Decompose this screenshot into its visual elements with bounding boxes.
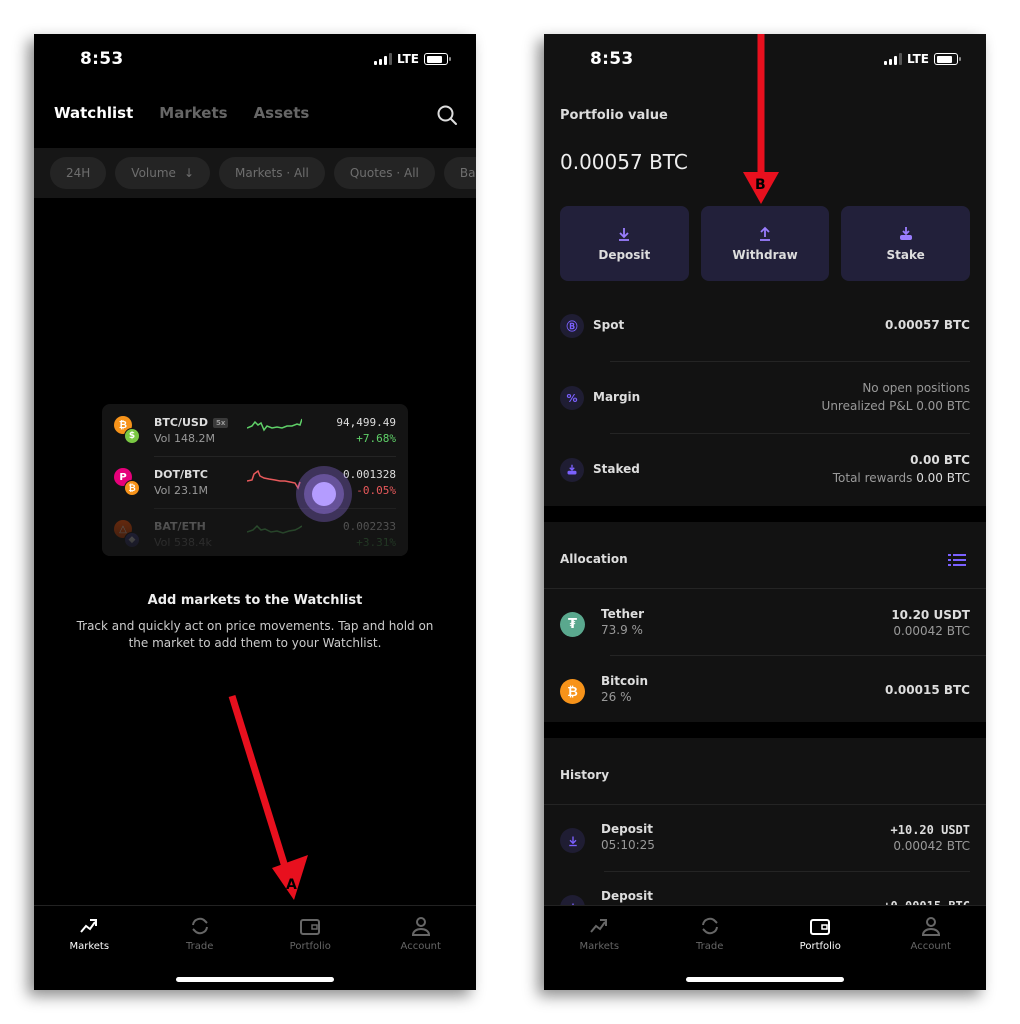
filter-markets[interactable]: Markets · All: [219, 157, 325, 189]
tab-watchlist[interactable]: Watchlist: [54, 104, 133, 122]
arrow-down-icon: ↓: [183, 166, 194, 180]
empty-state-title: Add markets to the Watchlist: [147, 593, 363, 608]
stake-icon: [560, 458, 584, 482]
allocation-row-tether[interactable]: ₮ Tether 73.9 % 10.20 USDT 0.00042 BTC: [560, 602, 970, 662]
sparkline: [247, 418, 302, 432]
wallet-icon: [810, 919, 831, 935]
filter-bar: 24H Volume ↓ Markets · All Quotes · All B…: [34, 148, 476, 198]
search-icon: [437, 105, 457, 125]
filter-volume[interactable]: Volume ↓: [115, 157, 210, 189]
top-tabs: Watchlist Markets Assets: [54, 104, 309, 122]
trending-up-icon: [590, 919, 608, 933]
home-indicator: [686, 977, 844, 982]
nav-markets[interactable]: Markets: [34, 906, 145, 990]
watchlist-demo-card: ₿ $ BTC/USD 5x Vol 148.2M 94,499.49 +7.68…: [102, 404, 408, 556]
status-time: 8:53: [80, 49, 124, 69]
tap-indicator: [296, 466, 352, 522]
account-row-margin[interactable]: % Margin No open positions Unrealized P&…: [560, 362, 970, 434]
tab-assets[interactable]: Assets: [254, 104, 310, 122]
action-buttons: Deposit Withdraw Stake: [560, 206, 971, 281]
signal-icon: [883, 53, 902, 65]
phone-screen-markets: 8:53 LTE Watchlist Markets Assets 24H Vo…: [34, 34, 476, 990]
tether-icon: ₮: [560, 612, 585, 637]
history-row[interactable]: Deposit 05:10:25 +10.20 USDT 0.00042 BTC: [560, 818, 970, 878]
allocation-title: Allocation: [560, 552, 628, 566]
sparkline: [247, 469, 301, 490]
signal-icon: [373, 53, 392, 65]
trending-up-icon: [80, 919, 98, 933]
status-time: 8:53: [590, 49, 634, 69]
network-label: LTE: [906, 52, 929, 66]
search-button[interactable]: [436, 104, 458, 126]
refresh-icon: [191, 917, 208, 935]
upload-icon: [760, 226, 770, 241]
network-label: LTE: [396, 52, 419, 66]
bitcoin-icon: ₿: [124, 480, 140, 496]
nav-account[interactable]: Account: [366, 906, 477, 990]
demo-market-row: P ₿ DOT/BTC Vol 23.1M 0.001328 -0.05%: [102, 456, 408, 508]
leverage-badge: 5x: [212, 418, 229, 428]
status-bar: 8:53 LTE: [34, 34, 476, 84]
withdraw-button[interactable]: Withdraw: [700, 206, 830, 281]
status-bar: 8:53 LTE: [544, 34, 986, 84]
nav-markets[interactable]: Markets: [544, 906, 655, 990]
refresh-icon: [701, 917, 718, 935]
user-icon: [411, 917, 430, 936]
stake-button[interactable]: Stake: [841, 206, 971, 281]
nav-account[interactable]: Account: [876, 906, 987, 990]
dollar-icon: $: [124, 428, 140, 444]
home-indicator: [176, 977, 334, 982]
user-icon: [921, 917, 940, 936]
list-view-button[interactable]: [948, 552, 966, 571]
history-title: History: [560, 768, 610, 782]
filter-base[interactable]: Bas: [443, 157, 476, 189]
stake-icon: [899, 226, 912, 240]
tab-markets[interactable]: Markets: [159, 104, 227, 122]
filter-24h[interactable]: 24H: [50, 157, 107, 189]
empty-state-description: Track and quickly act on price movements…: [76, 619, 434, 650]
demo-market-row: ₿ $ BTC/USD 5x Vol 148.2M 94,499.49 +7.68…: [102, 404, 408, 456]
percent-icon: %: [560, 386, 584, 410]
account-row-spot[interactable]: Ⓑ Spot 0.00057 BTC: [560, 290, 970, 362]
wallet-icon: [300, 919, 321, 935]
battery-icon: [424, 53, 451, 65]
phone-screen-portfolio: 8:53 LTE Portfolio value 0.00057 BTC Dep…: [544, 34, 986, 990]
download-icon: [560, 828, 585, 853]
list-icon: [948, 554, 966, 566]
portfolio-value: 0.00057 BTC: [560, 150, 688, 174]
deposit-button[interactable]: Deposit: [560, 206, 689, 281]
battery-icon: [934, 53, 961, 65]
download-icon: [619, 227, 630, 241]
account-row-staked[interactable]: Staked 0.00 BTC Total rewards 0.00 BTC: [560, 434, 970, 506]
bitcoin-icon: ₿: [560, 679, 585, 704]
allocation-row-bitcoin[interactable]: ₿ Bitcoin 26 % 0.00015 BTC: [560, 669, 970, 729]
bitcoin-circle-icon: Ⓑ: [560, 314, 584, 338]
portfolio-value-label: Portfolio value: [560, 108, 668, 123]
filter-quotes[interactable]: Quotes · All: [333, 157, 435, 189]
